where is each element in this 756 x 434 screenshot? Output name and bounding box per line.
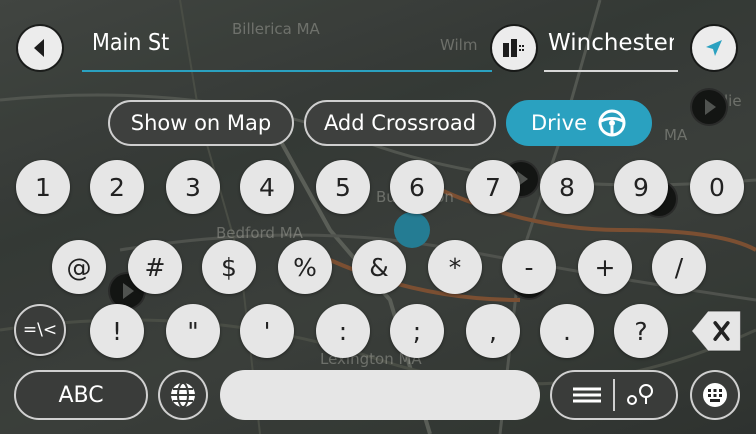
hide-keyboard-button[interactable] [692,372,738,418]
map-results-icon[interactable] [621,380,661,410]
key-apostrophe[interactable]: ' [240,304,294,358]
key-plus[interactable]: + [578,240,632,294]
keyboard-hide-icon [703,383,727,407]
key-5[interactable]: 5 [316,160,370,214]
key-8[interactable]: 8 [540,160,594,214]
show-on-map-button[interactable]: Show on Map [108,100,294,146]
language-button[interactable] [160,372,206,418]
key-4[interactable]: 4 [240,160,294,214]
toggle-divider [613,379,615,411]
search-input-underline [82,70,492,72]
area-field-underline [544,70,678,72]
symbols-toggle-key[interactable]: =\< [14,304,66,356]
key-ampersand[interactable]: & [352,240,406,294]
back-arrow-icon [34,39,44,57]
backspace-key[interactable] [690,304,744,358]
key-3[interactable]: 3 [166,160,220,214]
key-0[interactable]: 0 [690,160,744,214]
key-minus[interactable]: - [502,240,556,294]
key-asterisk[interactable]: * [428,240,482,294]
key-at[interactable]: @ [52,240,106,294]
show-on-map-label: Show on Map [130,111,272,135]
area-selector-button[interactable] [492,26,536,70]
key-dollar[interactable]: $ [202,240,256,294]
steering-wheel-icon [598,109,626,137]
key-hash[interactable]: # [128,240,182,294]
key-9[interactable]: 9 [614,160,668,214]
location-arrow-icon [706,40,722,56]
add-crossroad-button[interactable]: Add Crossroad [304,100,496,146]
results-view-toggle[interactable] [550,370,678,420]
key-colon[interactable]: : [316,304,370,358]
drive-button[interactable]: Drive [506,100,652,146]
key-1[interactable]: 1 [16,160,70,214]
key-comma[interactable]: , [466,304,520,358]
search-input[interactable]: Main St [92,30,169,56]
key-7[interactable]: 7 [466,160,520,214]
map-overlay [0,0,756,434]
key-exclamation[interactable]: ! [90,304,144,358]
key-2[interactable]: 2 [90,160,144,214]
key-period[interactable]: . [540,304,594,358]
current-location-button[interactable] [692,26,736,70]
back-button[interactable] [18,26,62,70]
key-question[interactable]: ? [614,304,668,358]
key-slash[interactable]: / [652,240,706,294]
add-crossroad-label: Add Crossroad [323,111,477,135]
key-percent[interactable]: % [278,240,332,294]
globe-icon [171,382,195,408]
backspace-icon [691,310,741,352]
drive-label: Drive [531,111,587,135]
search-area-field[interactable]: Winchester, [548,30,674,56]
abc-label: ABC [58,382,104,408]
list-icon[interactable] [567,380,607,410]
key-double-quote[interactable]: " [166,304,220,358]
key-6[interactable]: 6 [390,160,444,214]
building-area-icon [503,39,524,57]
key-semicolon[interactable]: ; [390,304,444,358]
abc-keyboard-button[interactable]: ABC [14,370,148,420]
space-key[interactable] [220,370,540,420]
